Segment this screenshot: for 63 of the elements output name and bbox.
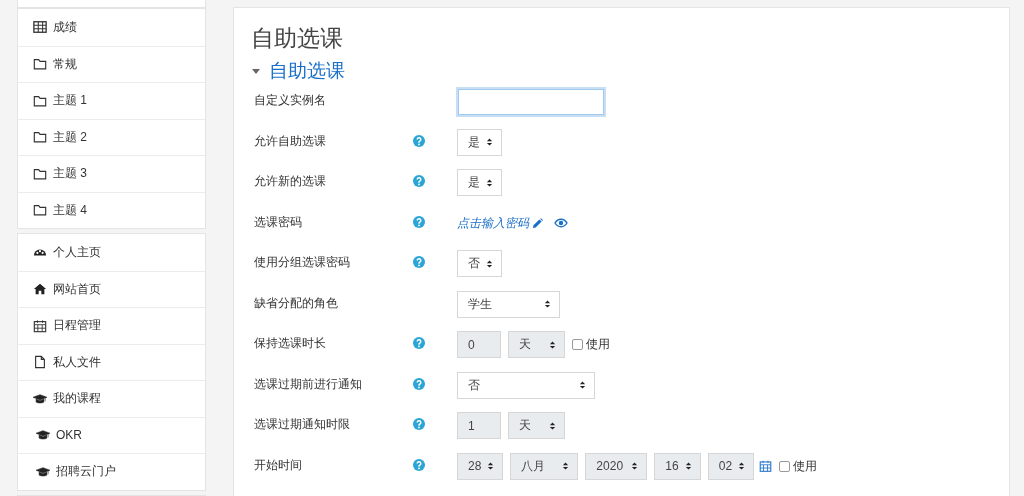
field-label: 允许新的选课 (253, 173, 327, 190)
sidebar-item[interactable]: 主题 3 (18, 155, 205, 192)
sort-arrows-icon (579, 380, 586, 390)
field-label: 选课过期前进行通知 (253, 375, 363, 393)
field-label: 允许自助选课 (253, 132, 327, 150)
select-dropdown[interactable]: 学生 (457, 290, 560, 318)
field-label: 选课过期通知时限 (253, 416, 351, 433)
sidebar-item[interactable]: 招聘云门户 (18, 453, 205, 490)
section-title[interactable]: 自助选课 (269, 58, 345, 84)
folder-icon (33, 130, 47, 145)
sidebar-item[interactable]: 常规 (18, 45, 205, 82)
pencil-icon (532, 217, 543, 229)
sidebar-item[interactable]: 私人文件 (18, 343, 205, 380)
checkbox[interactable] (572, 339, 583, 350)
password-link[interactable]: 点击输入密码 (457, 214, 529, 232)
text-input-field[interactable] (458, 88, 604, 115)
field-label: 缺省分配的角色 (253, 294, 339, 312)
graduation-cap-icon (36, 428, 50, 443)
graduation-cap-icon (36, 464, 50, 479)
table-icon (33, 20, 47, 35)
graduation-cap-icon (33, 391, 47, 406)
select-dropdown[interactable]: 否 (457, 250, 502, 277)
home-icon (33, 282, 47, 297)
select-dropdown[interactable]: 是 (457, 128, 502, 156)
folder-icon (33, 203, 47, 218)
sidebar-item[interactable]: 我的课程 (18, 380, 205, 417)
field-label: 使用分组选课密码 (253, 254, 351, 271)
field-label: 选课密码 (253, 213, 303, 231)
field-label: 自定义实例名 (253, 92, 327, 109)
folder-icon (33, 57, 47, 72)
sort-arrows-icon (562, 461, 570, 471)
sort-arrows-icon (631, 461, 639, 471)
select-dropdown[interactable]: 是 (457, 169, 502, 196)
sidebar-item[interactable]: 主题 2 (18, 118, 205, 155)
calendar-icon (759, 459, 773, 473)
sort-arrows-icon (549, 420, 556, 431)
sort-arrows-icon (486, 137, 493, 147)
sort-arrows-icon (487, 461, 495, 471)
field-label: 开始时间 (253, 456, 303, 474)
sort-arrows-icon (549, 339, 556, 350)
sort-arrows-icon (486, 258, 493, 269)
sidebar-item[interactable]: 主题 1 (18, 82, 205, 119)
sort-arrows-icon (684, 461, 692, 471)
calendar-icon (33, 318, 47, 333)
sort-arrows-icon (486, 177, 493, 188)
folder-icon (33, 166, 47, 181)
sidebar-item[interactable]: 个人主页 (18, 234, 205, 271)
sort-arrows-icon (544, 299, 551, 309)
sidebar-item[interactable]: OKR (18, 416, 205, 453)
checkbox-label: 使用 (586, 336, 610, 353)
file-icon (33, 355, 47, 370)
sidebar-item[interactable]: 网站首页 (18, 270, 205, 307)
checkbox-label: 使用 (793, 457, 818, 475)
checkbox[interactable] (779, 460, 791, 472)
folder-icon (33, 93, 47, 108)
select-dropdown[interactable]: 否 (457, 371, 595, 399)
sidebar-item[interactable]: 主题 4 (18, 191, 205, 228)
sidebar-item[interactable]: 成绩 (18, 9, 205, 46)
eye-icon (554, 218, 568, 228)
sidebar-item[interactable]: 日程管理 (18, 307, 205, 344)
sort-arrows-icon (738, 461, 746, 471)
field-label: 保持选课时长 (253, 335, 327, 352)
page-title: 自助选课 (251, 24, 344, 53)
